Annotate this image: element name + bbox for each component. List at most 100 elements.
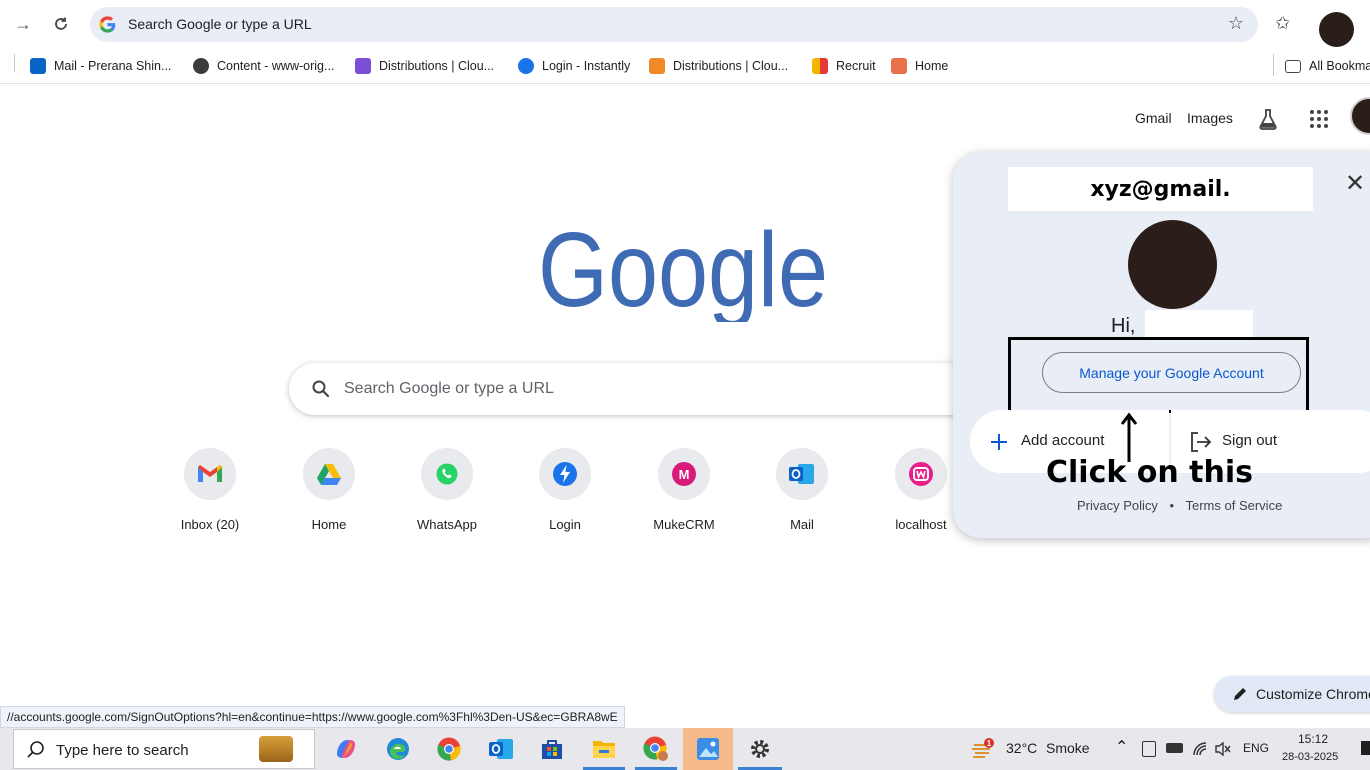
bookmark-label: Recruit — [836, 59, 876, 73]
customize-chrome-button[interactable]: Customize Chrome — [1214, 676, 1370, 712]
terms-link[interactable]: Terms of Service — [1186, 498, 1283, 513]
google-g-icon — [99, 16, 116, 33]
account-panel-avatar[interactable] — [1128, 220, 1217, 309]
weather-badge: 1 — [987, 739, 992, 748]
photos-icon[interactable] — [693, 734, 723, 764]
google-apps-icon[interactable] — [1310, 110, 1328, 128]
search-input[interactable]: Search Google or type a URL — [344, 380, 554, 398]
shortcut-label: Inbox (20) — [180, 517, 240, 532]
account-avatar[interactable] — [1350, 97, 1370, 135]
bookmark-label: Mail - Prerana Shin... — [54, 59, 172, 73]
close-icon[interactable]: ✕ — [1345, 172, 1365, 196]
instantly-icon — [518, 58, 534, 74]
bookmark-item[interactable]: Login - Instantly — [518, 55, 630, 77]
annotation-text: Click on this — [1046, 455, 1254, 490]
clock-date[interactable]: 28-03-2025 — [1282, 751, 1338, 763]
shortcut-tile[interactable]: Mail — [752, 448, 852, 532]
reading-list-icon[interactable]: ✩ — [1275, 13, 1290, 34]
bookmark-label: Home — [915, 59, 949, 73]
bookmarks-separator — [14, 54, 15, 72]
shortcut-tile[interactable]: Home — [279, 448, 379, 532]
search-icon — [27, 741, 44, 758]
weather-icon[interactable]: 1 — [971, 737, 994, 759]
shortcut-tile[interactable]: M MukeCRM — [634, 448, 734, 532]
bookmark-item[interactable]: Content - www-orig... — [193, 55, 334, 77]
notification-icon[interactable] — [1361, 741, 1370, 755]
wifi-icon[interactable] — [1192, 741, 1208, 757]
taskbar-search[interactable]: Type here to search — [13, 729, 315, 769]
edge-icon[interactable] — [383, 734, 413, 764]
chrome-profile-icon[interactable] — [641, 734, 671, 764]
manage-account-label: Manage your Google Account — [1079, 364, 1264, 381]
labs-flask-icon[interactable] — [1258, 108, 1278, 130]
browser-toolbar: → Search Google or type a URL ☆ ✩ — [0, 0, 1370, 48]
taskbar-search-input[interactable]: Type here to search — [56, 742, 189, 759]
bookmarks-bar: Mail - Prerana Shin... Content - www-ori… — [0, 48, 1370, 84]
shortcut-tile[interactable]: Login — [515, 448, 615, 532]
forward-icon[interactable]: → — [11, 12, 35, 36]
pencil-icon — [1234, 688, 1246, 700]
google-logo: Google — [538, 218, 828, 322]
shortcut-label: Home — [311, 517, 347, 532]
search-icon — [312, 380, 330, 398]
bookmark-item[interactable]: Recruit — [812, 55, 876, 77]
shortcut-label: Mail — [790, 517, 814, 532]
store-icon[interactable] — [537, 734, 567, 764]
chevron-up-icon[interactable]: ⌃ — [1115, 737, 1128, 757]
address-bar-text: Search Google or type a URL — [128, 16, 312, 32]
outlook-icon[interactable] — [486, 734, 516, 764]
whatsapp-icon — [421, 448, 473, 500]
bookmark-label: Login - Instantly — [542, 59, 631, 73]
address-bar[interactable]: Search Google or type a URL ☆ — [90, 7, 1258, 42]
gmail-icon — [184, 448, 236, 500]
bookmark-star-icon[interactable]: ☆ — [1228, 13, 1244, 34]
bookmark-item[interactable]: Distributions | Clou... — [649, 55, 788, 77]
svg-text:M: M — [679, 467, 690, 482]
plus-icon — [991, 434, 1007, 450]
copilot-icon[interactable] — [331, 734, 361, 764]
sign-out-icon — [1191, 432, 1212, 452]
language-indicator[interactable]: ENG — [1243, 741, 1269, 755]
instantly-icon — [539, 448, 591, 500]
briefcase-icon — [259, 736, 293, 762]
meet-now-icon[interactable] — [1142, 741, 1156, 757]
bookmark-item[interactable]: Mail - Prerana Shin... — [30, 55, 171, 77]
clock-time[interactable]: 15:12 — [1298, 732, 1328, 746]
drive-icon — [303, 448, 355, 500]
greeting-text: Hi, — [1111, 315, 1136, 337]
images-link[interactable]: Images — [1187, 110, 1233, 126]
bookmark-label: Content - www-orig... — [217, 59, 335, 73]
bookmark-item[interactable]: Home — [891, 55, 948, 77]
all-bookmarks-button[interactable]: All Bookmarks — [1285, 55, 1370, 77]
bookmark-item[interactable]: Distributions | Clou... — [355, 55, 494, 77]
reload-icon[interactable] — [49, 12, 73, 36]
privacy-policy-link[interactable]: Privacy Policy — [1077, 498, 1158, 513]
all-bookmarks-label: All Bookmarks — [1309, 59, 1370, 73]
status-url-bubble: //accounts.google.com/SignOutOptions?hl=… — [0, 706, 625, 728]
cloud-icon — [355, 58, 371, 74]
shortcut-tile[interactable]: Inbox (20) — [160, 448, 260, 532]
speaker-muted-icon[interactable] — [1214, 740, 1232, 758]
google-logo-text: Google — [538, 218, 828, 322]
chrome-icon[interactable] — [434, 734, 464, 764]
account-email: xyz@gmail. — [1008, 167, 1313, 211]
manage-account-button[interactable]: Manage your Google Account — [1042, 352, 1301, 393]
globe-icon — [193, 58, 209, 74]
shortcut-label: MukeCRM — [653, 517, 715, 532]
profile-avatar[interactable] — [1319, 12, 1354, 47]
outlook-icon — [776, 448, 828, 500]
settings-gear-icon[interactable] — [745, 734, 775, 764]
battery-icon[interactable] — [1166, 743, 1183, 753]
file-explorer-icon[interactable] — [589, 734, 619, 764]
search-box[interactable]: Search Google or type a URL — [289, 363, 989, 415]
bookmarks-divider — [1273, 54, 1274, 76]
bookmark-label: Distributions | Clou... — [673, 59, 789, 73]
gmail-link[interactable]: Gmail — [1135, 110, 1172, 126]
recruit-icon — [812, 58, 828, 74]
customize-chrome-label: Customize Chrome — [1256, 686, 1370, 702]
shortcut-tile[interactable]: WhatsApp — [397, 448, 497, 532]
account-panel: xyz@gmail. ✕ Hi, Manage your Google Acco… — [953, 152, 1370, 538]
weather-temp: 32°C — [1006, 740, 1038, 756]
taskbar: Type here to search 1 32°C Smoke ⌃ ENG 1… — [0, 728, 1370, 770]
add-account-label: Add account — [1021, 432, 1105, 449]
